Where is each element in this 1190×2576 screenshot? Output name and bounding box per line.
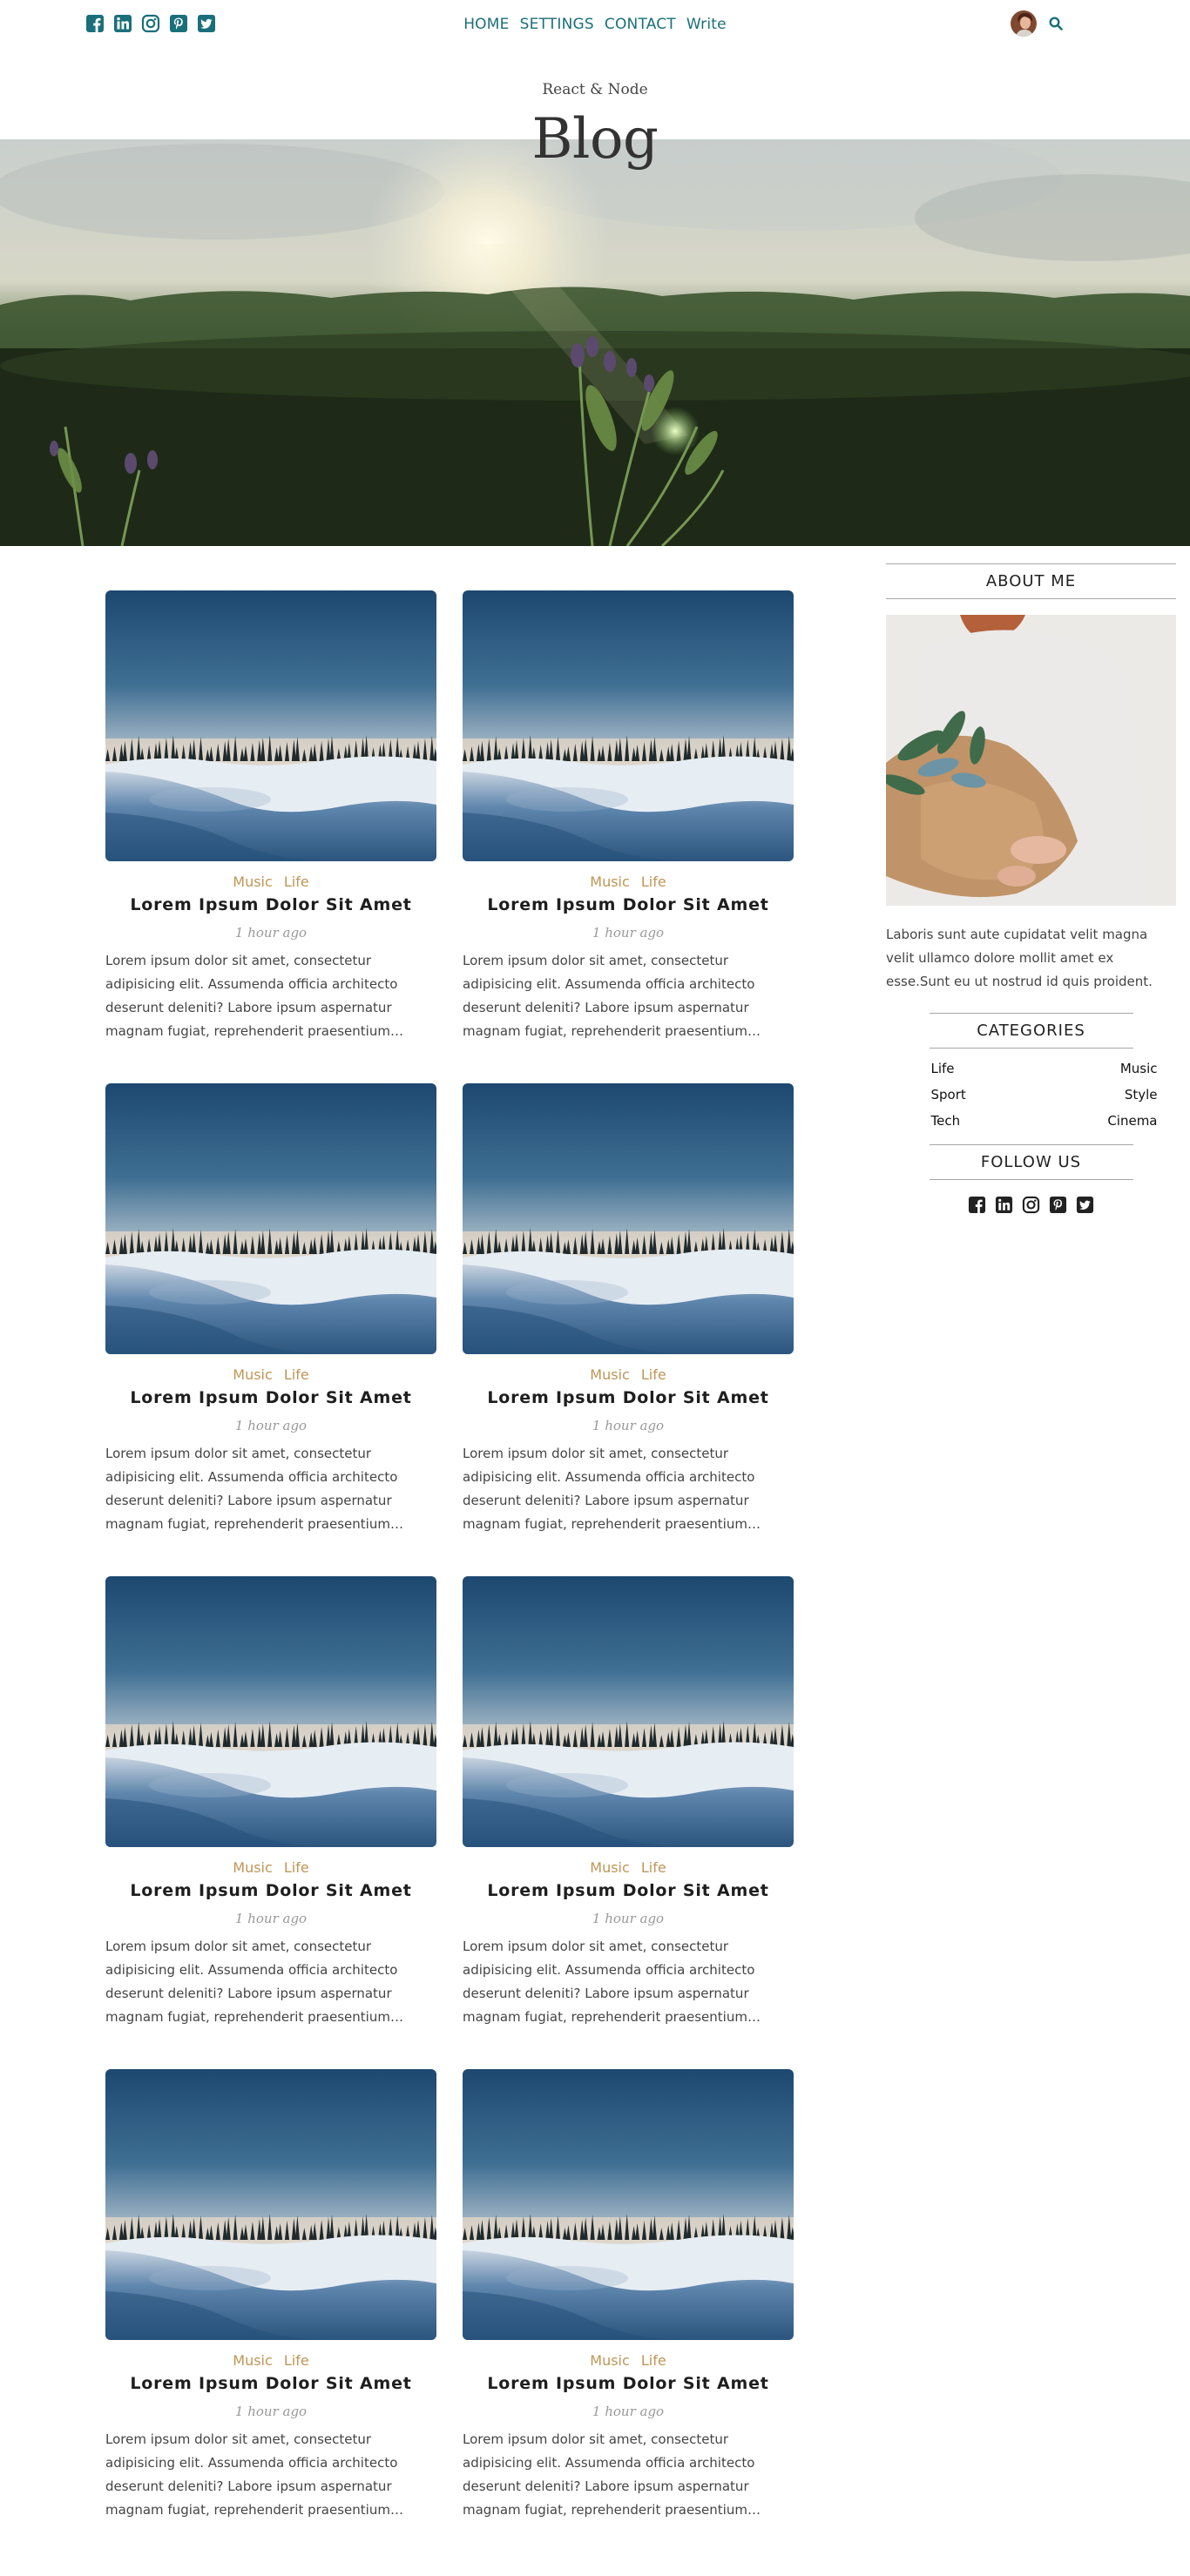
- post-categories: Music Life: [105, 1366, 436, 1383]
- header-subtitle: React & Node: [542, 81, 648, 98]
- category-cinema[interactable]: Cinema: [1031, 1113, 1157, 1129]
- category-style[interactable]: Style: [1031, 1087, 1158, 1103]
- category-life[interactable]: Life: [905, 1061, 1031, 1076]
- avatar[interactable]: [1011, 10, 1037, 37]
- post-category[interactable]: Music: [233, 873, 273, 890]
- post-categories: Music Life: [105, 2352, 436, 2369]
- about-image: [886, 615, 1176, 906]
- post-date: 1 hour ago: [592, 2404, 665, 2419]
- linkedin-icon[interactable]: [995, 1196, 1013, 1214]
- post-category[interactable]: Life: [641, 1366, 666, 1383]
- top-navbar: HOME SETTINGS CONTACT Write: [0, 0, 1190, 51]
- post-title[interactable]: Lorem Ipsum Dolor Sit Amet: [105, 1388, 436, 1407]
- hero-image: [0, 139, 1190, 546]
- post-date: 1 hour ago: [592, 1418, 665, 1433]
- post-image[interactable]: [105, 1576, 436, 1847]
- post-image[interactable]: [463, 1083, 794, 1354]
- search-icon[interactable]: [1049, 17, 1063, 30]
- follow-title: FOLLOW US: [929, 1144, 1133, 1180]
- post-description: Lorem ipsum dolor sit amet, consectetur …: [105, 953, 398, 1039]
- post-description: Lorem ipsum dolor sit amet, consectetur …: [463, 1446, 755, 1532]
- post-card[interactable]: Music Life Lorem Ipsum Dolor Sit Amet 1 …: [463, 1083, 794, 1536]
- post-title[interactable]: Lorem Ipsum Dolor Sit Amet: [105, 1881, 436, 1900]
- about-title: ABOUT ME: [886, 563, 1176, 599]
- post-description: Lorem ipsum dolor sit amet, consectetur …: [463, 2431, 755, 2518]
- facebook-square-icon[interactable]: [968, 1196, 986, 1214]
- about-text: Laboris sunt aute cupidatat velit magna …: [886, 927, 1153, 989]
- user-area: [1011, 10, 1063, 37]
- post-card[interactable]: Music Life Lorem Ipsum Dolor Sit Amet 1 …: [105, 2069, 436, 2522]
- category-sport[interactable]: Sport: [905, 1087, 1031, 1103]
- post-category[interactable]: Life: [284, 873, 309, 890]
- post-category[interactable]: Life: [641, 873, 666, 890]
- post-category[interactable]: Music: [233, 1859, 273, 1876]
- post-image[interactable]: [105, 2069, 436, 2340]
- post-description: Lorem ipsum dolor sit amet, consectetur …: [463, 1939, 755, 2025]
- post-category[interactable]: Music: [233, 2352, 273, 2369]
- post-description: Lorem ipsum dolor sit amet, consectetur …: [463, 953, 755, 1039]
- post-title[interactable]: Lorem Ipsum Dolor Sit Amet: [105, 895, 436, 914]
- post-date: 1 hour ago: [592, 1911, 665, 1926]
- header-title: Blog: [531, 107, 659, 172]
- post-title[interactable]: Lorem Ipsum Dolor Sit Amet: [463, 1388, 794, 1407]
- nav-settings[interactable]: SETTINGS: [520, 16, 594, 33]
- post-image[interactable]: [463, 1576, 794, 1847]
- post-date: 1 hour ago: [234, 1911, 308, 1926]
- post-date: 1 hour ago: [234, 1418, 308, 1433]
- nav-write[interactable]: Write: [686, 16, 727, 33]
- post-date: 1 hour ago: [592, 925, 665, 941]
- sidebar: ABOUT ME Laboris sunt aute cupidatat vel…: [886, 563, 1176, 1214]
- post-image[interactable]: [105, 590, 436, 861]
- post-title[interactable]: Lorem Ipsum Dolor Sit Amet: [463, 895, 794, 914]
- post-categories: Music Life: [463, 1859, 794, 1876]
- post-card[interactable]: Music Life Lorem Ipsum Dolor Sit Amet 1 …: [463, 590, 794, 1043]
- post-card[interactable]: Music Life Lorem Ipsum Dolor Sit Amet 1 …: [105, 590, 436, 1043]
- post-categories: Music Life: [463, 1366, 794, 1383]
- post-category[interactable]: Life: [284, 2352, 309, 2369]
- post-categories: Music Life: [105, 1859, 436, 1876]
- instagram-icon[interactable]: [1022, 1196, 1040, 1214]
- post-title[interactable]: Lorem Ipsum Dolor Sit Amet: [463, 2374, 794, 2393]
- post-card[interactable]: Music Life Lorem Ipsum Dolor Sit Amet 1 …: [463, 2069, 794, 2522]
- post-category[interactable]: Music: [590, 1366, 630, 1383]
- post-card[interactable]: Music Life Lorem Ipsum Dolor Sit Amet 1 …: [105, 1083, 436, 1536]
- post-title[interactable]: Lorem Ipsum Dolor Sit Amet: [463, 1881, 794, 1900]
- follow-icons: [886, 1196, 1176, 1214]
- categories-list: Life Music Sport Style Tech Cinema: [905, 1061, 1158, 1129]
- post-title[interactable]: Lorem Ipsum Dolor Sit Amet: [105, 2374, 436, 2393]
- post-categories: Music Life: [463, 2352, 794, 2369]
- categories-title: CATEGORIES: [929, 1013, 1133, 1049]
- post-description: Lorem ipsum dolor sit amet, consectetur …: [105, 1446, 398, 1532]
- post-categories: Music Life: [463, 873, 794, 890]
- category-music[interactable]: Music: [1031, 1061, 1158, 1076]
- twitter-square-icon[interactable]: [1076, 1196, 1094, 1214]
- post-category[interactable]: Music: [233, 1366, 273, 1383]
- post-category[interactable]: Music: [590, 2352, 630, 2369]
- category-tech[interactable]: Tech: [905, 1113, 1031, 1129]
- post-description: Lorem ipsum dolor sit amet, consectetur …: [105, 1939, 398, 2025]
- post-image[interactable]: [105, 1083, 436, 1354]
- post-image[interactable]: [463, 2069, 794, 2340]
- post-date: 1 hour ago: [234, 2404, 308, 2419]
- post-description: Lorem ipsum dolor sit amet, consectetur …: [105, 2431, 398, 2518]
- post-category[interactable]: Life: [284, 1859, 309, 1876]
- nav-contact[interactable]: CONTACT: [605, 16, 676, 33]
- post-date: 1 hour ago: [234, 925, 308, 941]
- post-categories: Music Life: [105, 873, 436, 890]
- post-category[interactable]: Life: [284, 1366, 309, 1383]
- post-category[interactable]: Life: [641, 1859, 666, 1876]
- post-category[interactable]: Life: [641, 2352, 666, 2369]
- post-image[interactable]: [463, 590, 794, 861]
- pinterest-icon[interactable]: [1049, 1196, 1067, 1214]
- post-card[interactable]: Music Life Lorem Ipsum Dolor Sit Amet 1 …: [463, 1576, 794, 2029]
- post-card[interactable]: Music Life Lorem Ipsum Dolor Sit Amet 1 …: [105, 1576, 436, 2029]
- post-category[interactable]: Music: [590, 873, 630, 890]
- post-category[interactable]: Music: [590, 1859, 630, 1876]
- nav-home[interactable]: HOME: [463, 16, 509, 33]
